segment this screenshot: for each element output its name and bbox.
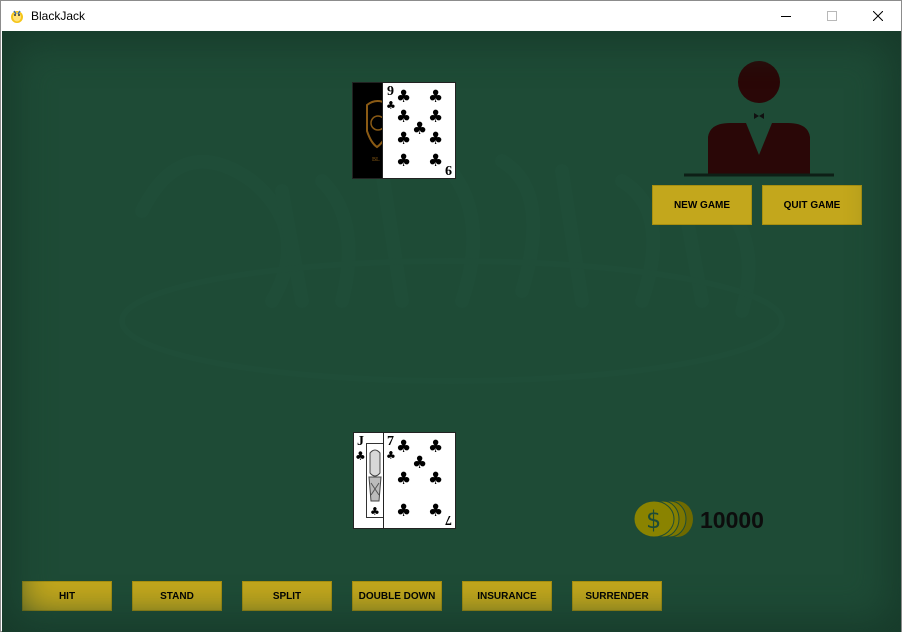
- club-icon: ♣: [396, 87, 412, 107]
- card-rank-inverted: 7: [445, 512, 452, 527]
- jack-figure-icon: ♣: [366, 443, 384, 518]
- maximize-icon: [827, 11, 837, 21]
- quit-game-button[interactable]: QUIT GAME: [762, 185, 862, 225]
- dollar-sign-icon: $: [646, 506, 661, 534]
- double-down-button[interactable]: DOUBLE DOWN: [352, 581, 442, 611]
- club-icon: ♣: [396, 501, 412, 521]
- club-icon: ♣: [428, 107, 444, 127]
- card-suit-corner: ♣: [386, 449, 396, 462]
- close-icon: [873, 11, 883, 21]
- svg-text:♣: ♣: [370, 505, 380, 518]
- minimize-icon: [781, 16, 791, 17]
- club-icon: ♣: [396, 437, 412, 457]
- club-icon: ♣: [428, 151, 444, 171]
- club-icon: ♣: [396, 129, 412, 149]
- surrender-button[interactable]: SURRENDER: [572, 581, 662, 611]
- dealer-card-nine-of-clubs: 9 ♣ ♣ ♣ ♣ ♣ ♣ ♣ ♣ ♣ ♣ 9: [382, 82, 456, 179]
- game-table: BL 9 ♣ ♣ ♣ ♣ ♣ ♣ ♣ ♣ ♣ ♣ 9 NEW GAME QUIT…: [2, 31, 901, 632]
- club-icon: ♣: [428, 437, 444, 457]
- club-icon: ♣: [428, 129, 444, 149]
- hit-button[interactable]: HIT: [22, 581, 112, 611]
- window-title: BlackJack: [31, 9, 86, 23]
- blackjack-window: BlackJack BL 9 ♣ ♣ ♣ ♣ ♣ ♣ ♣ ♣ ♣ ♣ 9 NEW…: [0, 0, 902, 632]
- close-button[interactable]: [855, 1, 901, 31]
- svg-text:BL: BL: [372, 157, 380, 163]
- title-bar[interactable]: BlackJack: [1, 1, 901, 31]
- coin-stack-icon: $: [633, 500, 693, 538]
- split-button[interactable]: SPLIT: [242, 581, 332, 611]
- club-icon: ♣: [396, 151, 412, 171]
- club-icon: ♣: [428, 469, 444, 489]
- club-icon: ♣: [412, 119, 428, 139]
- stand-button[interactable]: STAND: [132, 581, 222, 611]
- club-icon: ♣: [428, 87, 444, 107]
- club-icon: ♣: [412, 453, 428, 473]
- new-game-button[interactable]: NEW GAME: [652, 185, 752, 225]
- minimize-button[interactable]: [763, 1, 809, 31]
- maximize-button[interactable]: [809, 1, 855, 31]
- player-card-seven-of-clubs: 7 ♣ ♣ ♣ ♣ ♣ ♣ ♣ ♣ 7: [383, 432, 456, 529]
- card-suit-corner: ♣: [386, 99, 396, 112]
- dealer-icon: [684, 61, 834, 177]
- pygame-snake-icon: [11, 10, 23, 23]
- card-suit-corner: ♣: [355, 449, 366, 463]
- club-icon: ♣: [428, 501, 444, 521]
- chip-balance: 10000: [700, 507, 764, 533]
- card-rank: J: [357, 434, 364, 449]
- club-icon: ♣: [396, 469, 412, 489]
- card-rank-inverted: 9: [445, 162, 452, 177]
- club-icon: ♣: [396, 107, 412, 127]
- insurance-button[interactable]: INSURANCE: [462, 581, 552, 611]
